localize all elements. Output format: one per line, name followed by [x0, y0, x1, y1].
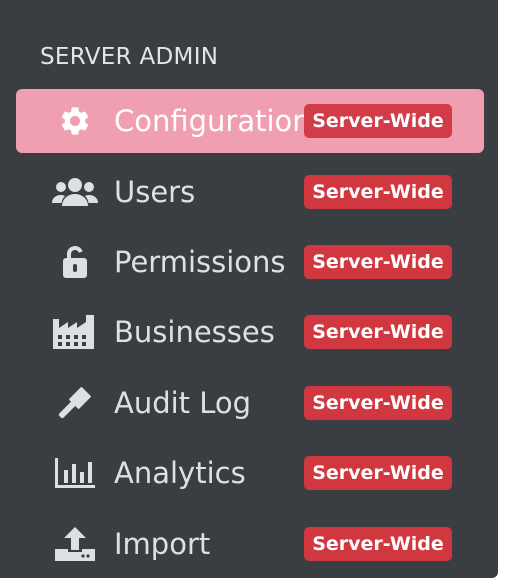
- section-title: SERVER ADMIN: [40, 44, 219, 70]
- sidebar-item-label: Analytics: [114, 456, 246, 490]
- server-wide-badge: Server-Wide: [304, 456, 452, 490]
- page-background-bottom: [0, 578, 524, 584]
- unlock-icon: [52, 244, 98, 280]
- sidebar-item-analytics[interactable]: Analytics Server-Wide: [16, 441, 484, 505]
- upload-icon: [52, 526, 98, 562]
- gavel-icon: [52, 385, 98, 421]
- sidebar-item-businesses[interactable]: Businesses Server-Wide: [16, 300, 484, 364]
- sidebar-item-audit-log[interactable]: Audit Log Server-Wide: [16, 371, 484, 435]
- server-wide-badge: Server-Wide: [304, 386, 452, 420]
- sidebar-item-label: Audit Log: [114, 386, 252, 420]
- sidebar-item-label: Businesses: [114, 315, 275, 349]
- sidebar-item-configuration[interactable]: Configuration Server-Wide: [16, 89, 484, 153]
- sidebar-item-users[interactable]: Users Server-Wide: [16, 160, 484, 224]
- server-wide-badge: Server-Wide: [304, 527, 452, 561]
- sidebar-item-label: Users: [114, 175, 196, 209]
- users-icon: [52, 174, 98, 210]
- sidebar-item-label: Permissions: [114, 245, 286, 279]
- sidebar-item-permissions[interactable]: Permissions Server-Wide: [16, 230, 484, 294]
- bar-chart-icon: [52, 455, 98, 491]
- gear-icon: [52, 103, 98, 139]
- sidebar-item-label: Configuration: [114, 104, 311, 138]
- sidebar-item-import[interactable]: Import Server-Wide: [16, 512, 484, 576]
- server-wide-badge: Server-Wide: [304, 175, 452, 209]
- page-background: [498, 0, 524, 584]
- server-wide-badge: Server-Wide: [304, 245, 452, 279]
- server-wide-badge: Server-Wide: [304, 315, 452, 349]
- server-wide-badge: Server-Wide: [304, 104, 452, 138]
- industry-icon: [52, 314, 98, 350]
- server-admin-sidebar: SERVER ADMIN Configuration Server-Wide U…: [0, 0, 498, 578]
- sidebar-item-label: Import: [114, 527, 211, 561]
